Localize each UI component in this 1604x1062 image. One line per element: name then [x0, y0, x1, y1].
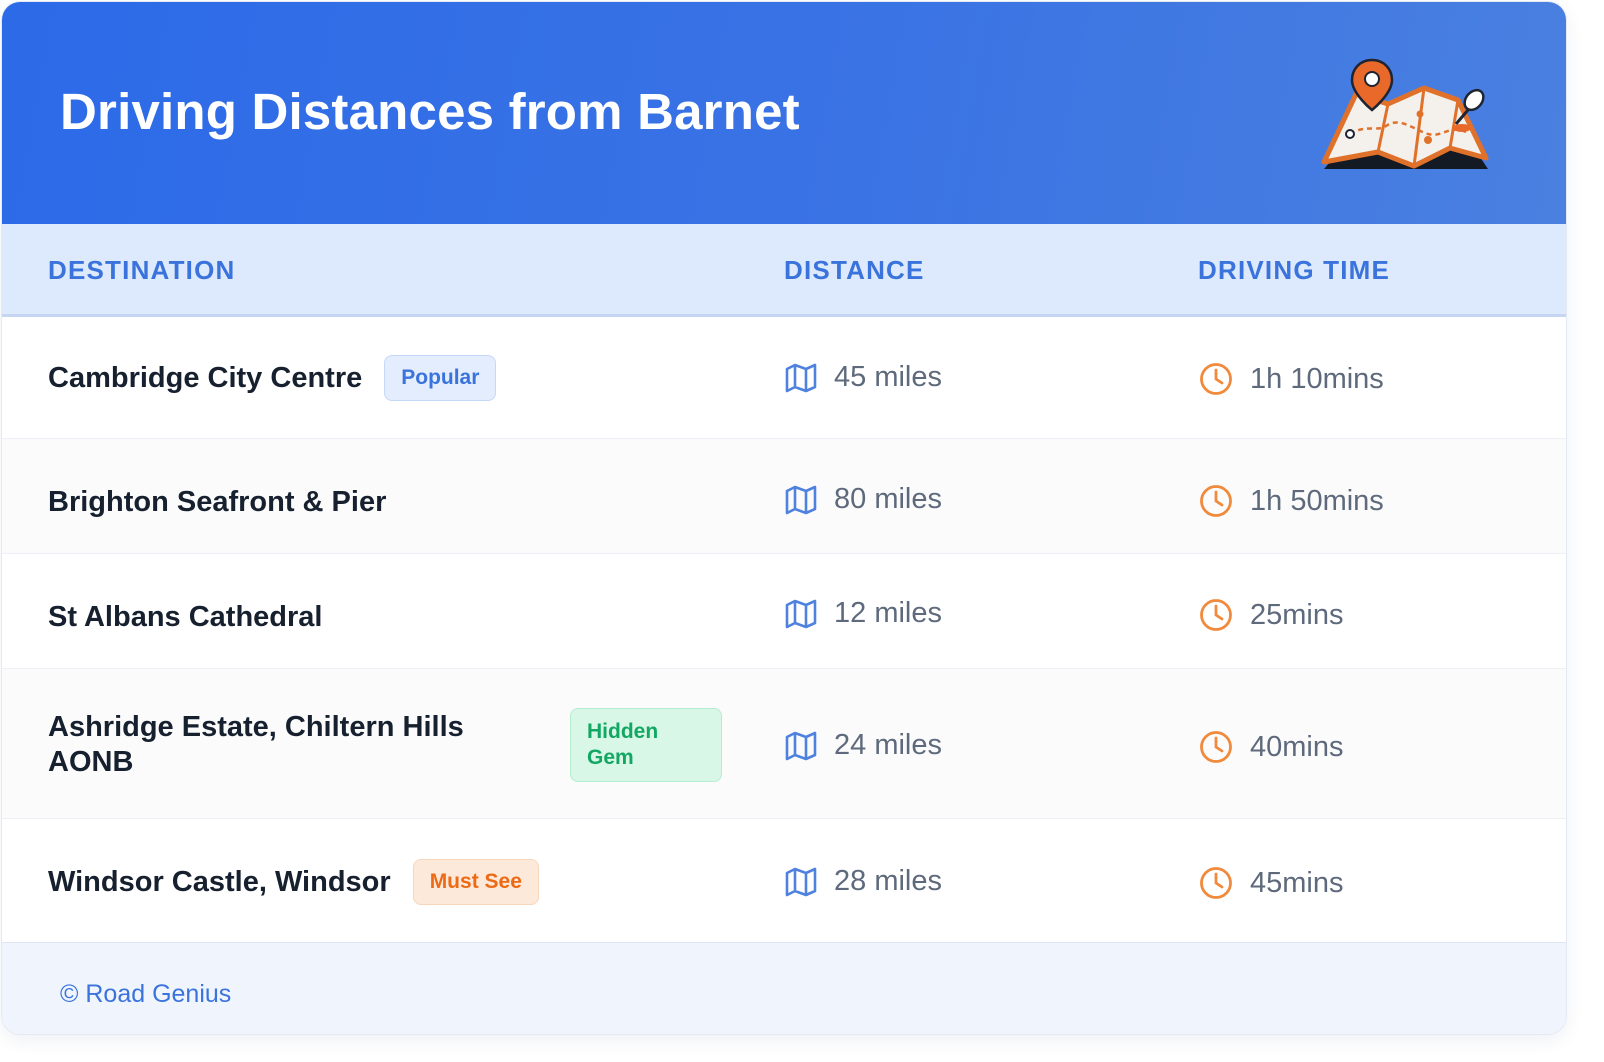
table-row: St Albans Cathedral 12 miles 25mins [2, 554, 1566, 669]
clock-icon [1198, 361, 1234, 397]
distance-value: 28 miles [834, 865, 942, 897]
distance-value: 45 miles [834, 361, 942, 393]
destination-cell: St Albans Cathedral [48, 594, 322, 640]
distance-cell: 24 miles [784, 729, 942, 762]
map-icon [784, 362, 818, 394]
time-value: 25mins [1250, 598, 1344, 631]
destination-cell: Cambridge City Centre Popular [48, 355, 497, 401]
destination-name: Windsor Castle, Windsor [48, 865, 391, 898]
table-row: Ashridge Estate, Chiltern Hills AONB Hid… [2, 669, 1566, 819]
time-cell: 1h 50mins [1198, 483, 1384, 519]
column-header-destination: DESTINATION [48, 255, 236, 285]
time-value: 1h 10mins [1250, 362, 1384, 395]
distance-cell: 12 miles [784, 597, 942, 630]
table-row: Windsor Castle, Windsor Must See 28 mile… [2, 819, 1566, 941]
time-cell: 45mins [1198, 865, 1344, 901]
hidden-gem-badge: Hidden Gem [570, 708, 722, 782]
distance-card: Driving Distances from Barnet DESTINATIO… [2, 2, 1566, 1034]
header-banner: Driving Distances from Barnet [2, 2, 1566, 224]
map-icon [784, 484, 818, 516]
destination-name: Brighton Seafront & Pier [48, 485, 387, 518]
page-title: Driving Distances from Barnet [60, 83, 800, 140]
clock-icon [1198, 865, 1234, 901]
clock-icon [1198, 597, 1234, 633]
destination-cell: Brighton Seafront & Pier [48, 479, 386, 525]
map-with-pin-icon [1316, 54, 1496, 176]
distance-cell: 28 miles [784, 865, 942, 898]
distance-value: 24 miles [834, 729, 942, 761]
map-icon [784, 730, 818, 762]
column-header-distance: DISTANCE [784, 255, 925, 285]
time-cell: 25mins [1198, 597, 1344, 633]
time-cell: 1h 10mins [1198, 361, 1384, 397]
distance-value: 80 miles [834, 483, 942, 515]
time-value: 40mins [1250, 730, 1344, 763]
clock-icon [1198, 729, 1234, 765]
table-header: DESTINATION DISTANCE DRIVING TIME [2, 224, 1566, 317]
distance-cell: 45 miles [784, 361, 942, 394]
must-see-badge: Must See [412, 859, 539, 905]
time-cell: 40mins [1198, 729, 1344, 765]
destination-name: Ashridge Estate, Chiltern Hills AONB [48, 711, 464, 778]
map-icon [784, 866, 818, 898]
clock-icon [1198, 483, 1234, 519]
distance-cell: 80 miles [784, 483, 942, 516]
map-icon [784, 598, 818, 630]
destination-name: Cambridge City Centre [48, 361, 363, 394]
time-value: 1h 50mins [1250, 484, 1384, 517]
popular-badge: Popular [384, 355, 497, 401]
footer-credit: © Road Genius [60, 980, 232, 1008]
column-header-driving-time: DRIVING TIME [1198, 255, 1391, 285]
destination-cell: Windsor Castle, Windsor Must See [48, 859, 539, 905]
destination-cell: Ashridge Estate, Chiltern Hills AONB Hid… [48, 708, 722, 782]
destination-name: St Albans Cathedral [48, 600, 323, 633]
table-row: Brighton Seafront & Pier 80 miles 1h 50m… [2, 439, 1566, 554]
table-row: Cambridge City Centre Popular 45 miles 1… [2, 317, 1566, 439]
footer: © Road Genius [2, 942, 1566, 1034]
distance-value: 12 miles [834, 597, 942, 629]
time-value: 45mins [1250, 866, 1344, 899]
